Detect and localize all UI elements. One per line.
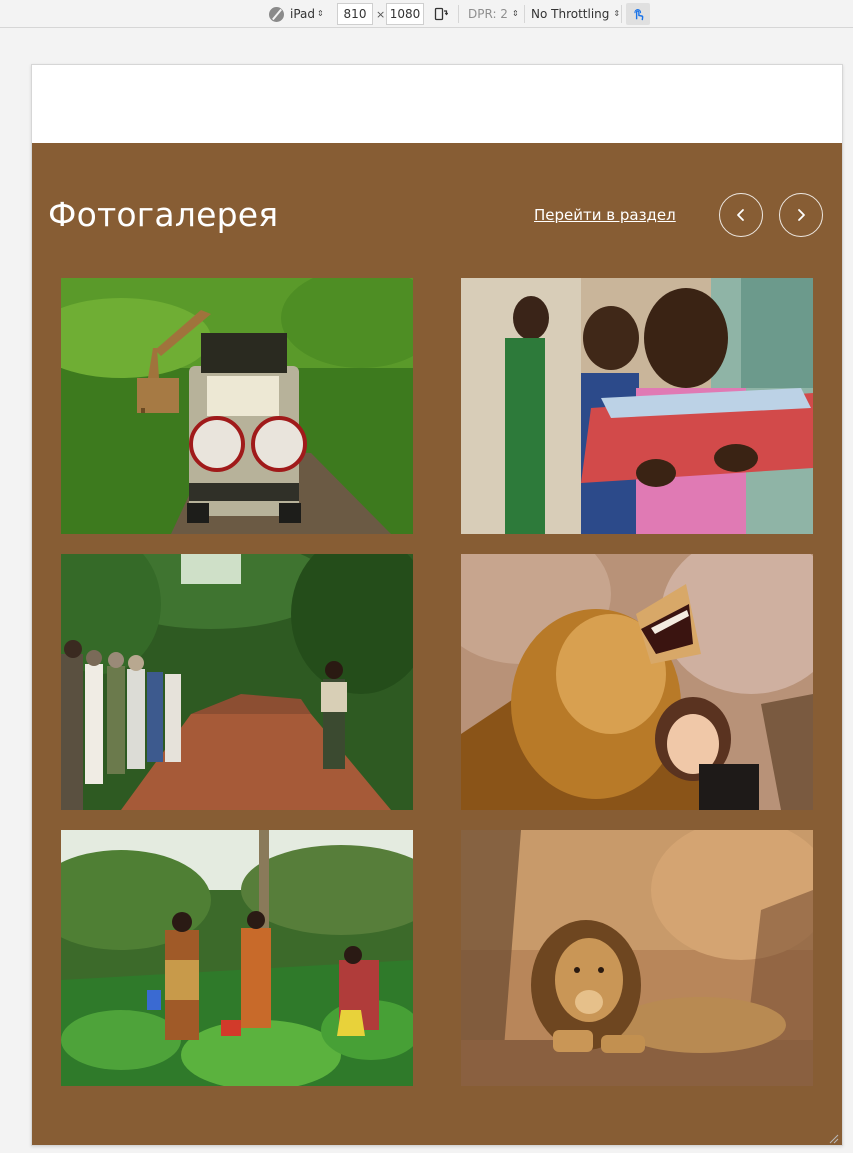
throttling-label: No Throttling xyxy=(531,7,610,21)
chevron-updown-icon: ⇕ xyxy=(511,9,519,18)
chevron-updown-icon: ⇕ xyxy=(317,9,324,18)
dpr-select[interactable]: DPR: 2 ⇕ xyxy=(468,3,519,25)
chevron-right-icon xyxy=(798,209,805,221)
chevron-updown-icon: ⇕ xyxy=(613,9,621,18)
gallery-photo-tour-group-forest[interactable] xyxy=(61,554,413,810)
gallery-photo-giraffe-safari[interactable] xyxy=(61,278,413,534)
gallery-title: Фотогалерея xyxy=(48,195,279,234)
device-select-label: iPad xyxy=(290,7,316,21)
gallery-photo-women-farming[interactable] xyxy=(61,830,413,1086)
go-to-section-link[interactable]: Перейти в раздел xyxy=(534,206,676,224)
touch-icon[interactable] xyxy=(626,3,650,25)
devtools-device-toolbar: iPad ⇕ 810 × 1080 DPR: 2 ⇕ No Throttling… xyxy=(0,0,853,28)
page-header xyxy=(32,65,842,143)
rotate-icon[interactable] xyxy=(432,3,450,25)
toolbar-divider xyxy=(524,5,525,23)
photo-gallery-section: Фотогалерея Перейти в раздел xyxy=(32,143,842,1145)
chevron-left-icon xyxy=(737,209,744,221)
gallery-photo-children-notebooks[interactable] xyxy=(461,278,813,534)
throttling-select[interactable]: No Throttling ⇕ xyxy=(531,3,620,25)
toolbar-divider xyxy=(621,5,622,23)
viewport-height-input[interactable]: 1080 xyxy=(386,3,424,25)
dpr-label: DPR: 2 xyxy=(468,7,508,21)
resize-grip-icon[interactable] xyxy=(827,1132,839,1144)
device-select[interactable]: iPad ⇕ xyxy=(290,3,330,25)
gallery-photo-lion-and-girl[interactable] xyxy=(461,554,813,810)
gallery-photo-lion-resting[interactable] xyxy=(461,830,813,1086)
gallery-next-button[interactable] xyxy=(779,193,823,237)
dimension-separator: × xyxy=(376,7,386,21)
device-mode-icon[interactable] xyxy=(266,3,286,25)
toolbar-divider xyxy=(458,5,459,23)
gallery-prev-button[interactable] xyxy=(719,193,763,237)
emulated-viewport: Фотогалерея Перейти в раздел xyxy=(31,64,843,1146)
viewport-width-input[interactable]: 810 xyxy=(337,3,373,25)
